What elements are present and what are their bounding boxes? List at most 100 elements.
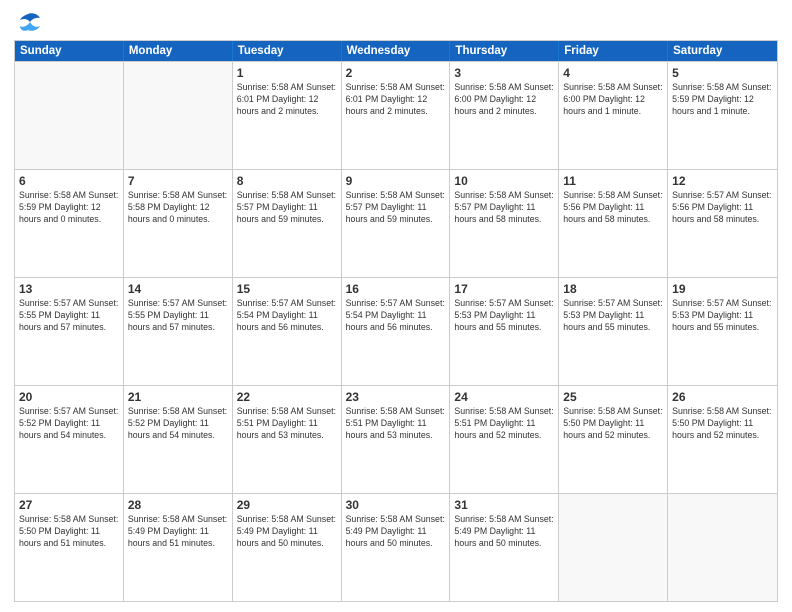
cal-cell-3-6: 26Sunrise: 5:58 AM Sunset: 5:50 PM Dayli… [668,386,777,493]
day-number: 31 [454,497,554,513]
cal-cell-1-3: 9Sunrise: 5:58 AM Sunset: 5:57 PM Daylig… [342,170,451,277]
cal-row-3: 20Sunrise: 5:57 AM Sunset: 5:52 PM Dayli… [15,385,777,493]
cal-cell-3-1: 21Sunrise: 5:58 AM Sunset: 5:52 PM Dayli… [124,386,233,493]
day-number: 15 [237,281,337,297]
cal-header-friday: Friday [559,41,668,61]
day-number: 25 [563,389,663,405]
day-info: Sunrise: 5:58 AM Sunset: 5:59 PM Dayligh… [672,82,773,118]
day-number: 1 [237,65,337,81]
day-info: Sunrise: 5:58 AM Sunset: 5:56 PM Dayligh… [563,190,663,226]
day-number: 9 [346,173,446,189]
cal-cell-4-6 [668,494,777,601]
day-info: Sunrise: 5:58 AM Sunset: 5:52 PM Dayligh… [128,406,228,442]
cal-cell-4-1: 28Sunrise: 5:58 AM Sunset: 5:49 PM Dayli… [124,494,233,601]
cal-cell-3-5: 25Sunrise: 5:58 AM Sunset: 5:50 PM Dayli… [559,386,668,493]
cal-row-2: 13Sunrise: 5:57 AM Sunset: 5:55 PM Dayli… [15,277,777,385]
day-number: 5 [672,65,773,81]
day-number: 11 [563,173,663,189]
day-number: 4 [563,65,663,81]
cal-cell-2-2: 15Sunrise: 5:57 AM Sunset: 5:54 PM Dayli… [233,278,342,385]
day-info: Sunrise: 5:58 AM Sunset: 5:51 PM Dayligh… [237,406,337,442]
cal-header-thursday: Thursday [450,41,559,61]
day-info: Sunrise: 5:58 AM Sunset: 5:50 PM Dayligh… [19,514,119,550]
day-number: 12 [672,173,773,189]
day-info: Sunrise: 5:58 AM Sunset: 5:49 PM Dayligh… [454,514,554,550]
cal-cell-0-6: 5Sunrise: 5:58 AM Sunset: 5:59 PM Daylig… [668,62,777,169]
day-number: 10 [454,173,554,189]
day-number: 23 [346,389,446,405]
cal-header-saturday: Saturday [668,41,777,61]
day-info: Sunrise: 5:58 AM Sunset: 6:01 PM Dayligh… [346,82,446,118]
cal-header-monday: Monday [124,41,233,61]
day-number: 7 [128,173,228,189]
day-info: Sunrise: 5:58 AM Sunset: 5:57 PM Dayligh… [346,190,446,226]
day-info: Sunrise: 5:58 AM Sunset: 5:50 PM Dayligh… [563,406,663,442]
day-number: 14 [128,281,228,297]
cal-cell-2-6: 19Sunrise: 5:57 AM Sunset: 5:53 PM Dayli… [668,278,777,385]
day-number: 28 [128,497,228,513]
day-info: Sunrise: 5:58 AM Sunset: 5:57 PM Dayligh… [454,190,554,226]
header [14,10,778,34]
day-info: Sunrise: 5:58 AM Sunset: 5:50 PM Dayligh… [672,406,773,442]
day-info: Sunrise: 5:58 AM Sunset: 6:01 PM Dayligh… [237,82,337,118]
day-info: Sunrise: 5:57 AM Sunset: 5:56 PM Dayligh… [672,190,773,226]
cal-cell-4-5 [559,494,668,601]
day-number: 29 [237,497,337,513]
cal-cell-3-0: 20Sunrise: 5:57 AM Sunset: 5:52 PM Dayli… [15,386,124,493]
cal-cell-4-0: 27Sunrise: 5:58 AM Sunset: 5:50 PM Dayli… [15,494,124,601]
day-number: 3 [454,65,554,81]
day-number: 30 [346,497,446,513]
day-info: Sunrise: 5:57 AM Sunset: 5:53 PM Dayligh… [672,298,773,334]
day-number: 21 [128,389,228,405]
cal-cell-1-4: 10Sunrise: 5:58 AM Sunset: 5:57 PM Dayli… [450,170,559,277]
day-number: 18 [563,281,663,297]
cal-header-tuesday: Tuesday [233,41,342,61]
cal-cell-3-3: 23Sunrise: 5:58 AM Sunset: 5:51 PM Dayli… [342,386,451,493]
day-info: Sunrise: 5:58 AM Sunset: 5:49 PM Dayligh… [237,514,337,550]
cal-cell-1-1: 7Sunrise: 5:58 AM Sunset: 5:58 PM Daylig… [124,170,233,277]
cal-cell-4-2: 29Sunrise: 5:58 AM Sunset: 5:49 PM Dayli… [233,494,342,601]
cal-cell-0-3: 2Sunrise: 5:58 AM Sunset: 6:01 PM Daylig… [342,62,451,169]
cal-cell-2-5: 18Sunrise: 5:57 AM Sunset: 5:53 PM Dayli… [559,278,668,385]
day-info: Sunrise: 5:58 AM Sunset: 6:00 PM Dayligh… [563,82,663,118]
calendar-body: 1Sunrise: 5:58 AM Sunset: 6:01 PM Daylig… [15,61,777,601]
cal-cell-0-2: 1Sunrise: 5:58 AM Sunset: 6:01 PM Daylig… [233,62,342,169]
day-number: 22 [237,389,337,405]
day-number: 24 [454,389,554,405]
day-info: Sunrise: 5:57 AM Sunset: 5:53 PM Dayligh… [563,298,663,334]
calendar-header-row: SundayMondayTuesdayWednesdayThursdayFrid… [15,41,777,61]
cal-cell-1-0: 6Sunrise: 5:58 AM Sunset: 5:59 PM Daylig… [15,170,124,277]
cal-cell-0-5: 4Sunrise: 5:58 AM Sunset: 6:00 PM Daylig… [559,62,668,169]
cal-cell-3-2: 22Sunrise: 5:58 AM Sunset: 5:51 PM Dayli… [233,386,342,493]
day-info: Sunrise: 5:58 AM Sunset: 6:00 PM Dayligh… [454,82,554,118]
day-number: 27 [19,497,119,513]
day-info: Sunrise: 5:58 AM Sunset: 5:58 PM Dayligh… [128,190,228,226]
cal-cell-4-3: 30Sunrise: 5:58 AM Sunset: 5:49 PM Dayli… [342,494,451,601]
cal-row-0: 1Sunrise: 5:58 AM Sunset: 6:01 PM Daylig… [15,61,777,169]
day-info: Sunrise: 5:57 AM Sunset: 5:54 PM Dayligh… [237,298,337,334]
cal-cell-0-0 [15,62,124,169]
cal-cell-3-4: 24Sunrise: 5:58 AM Sunset: 5:51 PM Dayli… [450,386,559,493]
day-info: Sunrise: 5:57 AM Sunset: 5:52 PM Dayligh… [19,406,119,442]
day-number: 19 [672,281,773,297]
cal-cell-2-1: 14Sunrise: 5:57 AM Sunset: 5:55 PM Dayli… [124,278,233,385]
day-info: Sunrise: 5:58 AM Sunset: 5:59 PM Dayligh… [19,190,119,226]
day-number: 17 [454,281,554,297]
day-info: Sunrise: 5:58 AM Sunset: 5:57 PM Dayligh… [237,190,337,226]
cal-cell-0-1 [124,62,233,169]
cal-cell-2-4: 17Sunrise: 5:57 AM Sunset: 5:53 PM Dayli… [450,278,559,385]
day-info: Sunrise: 5:57 AM Sunset: 5:55 PM Dayligh… [19,298,119,334]
cal-cell-1-5: 11Sunrise: 5:58 AM Sunset: 5:56 PM Dayli… [559,170,668,277]
day-number: 6 [19,173,119,189]
day-info: Sunrise: 5:57 AM Sunset: 5:53 PM Dayligh… [454,298,554,334]
day-info: Sunrise: 5:58 AM Sunset: 5:51 PM Dayligh… [454,406,554,442]
cal-cell-2-3: 16Sunrise: 5:57 AM Sunset: 5:54 PM Dayli… [342,278,451,385]
day-number: 2 [346,65,446,81]
cal-cell-1-6: 12Sunrise: 5:57 AM Sunset: 5:56 PM Dayli… [668,170,777,277]
day-number: 13 [19,281,119,297]
cal-header-sunday: Sunday [15,41,124,61]
cal-row-1: 6Sunrise: 5:58 AM Sunset: 5:59 PM Daylig… [15,169,777,277]
day-info: Sunrise: 5:57 AM Sunset: 5:55 PM Dayligh… [128,298,228,334]
cal-cell-4-4: 31Sunrise: 5:58 AM Sunset: 5:49 PM Dayli… [450,494,559,601]
cal-header-wednesday: Wednesday [342,41,451,61]
